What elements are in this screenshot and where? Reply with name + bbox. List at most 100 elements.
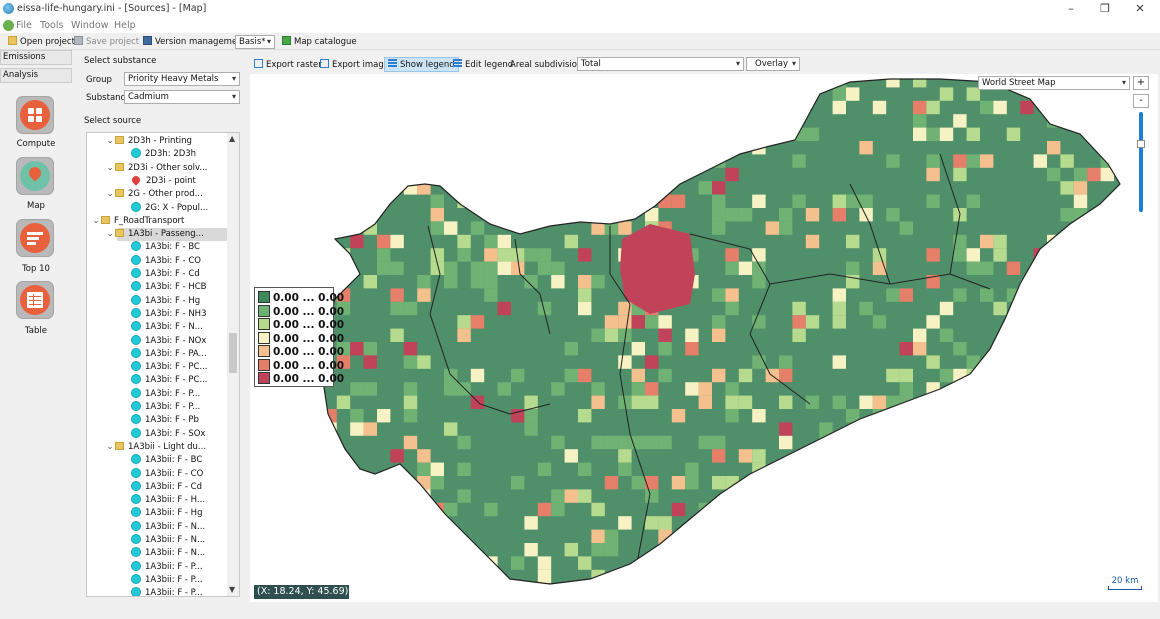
tree-scrollbar[interactable]: ▲ ▼ xyxy=(227,133,239,596)
tree-item[interactable]: 1A3bii: F - P... xyxy=(131,560,203,574)
scroll-thumb[interactable] xyxy=(229,333,237,373)
tree-item[interactable]: 1A3bi: F - P... xyxy=(131,387,200,401)
tree-item[interactable]: 1A3bi: F - Cd xyxy=(131,268,200,281)
grid-cell xyxy=(444,529,458,543)
grid-cell xyxy=(1006,529,1021,543)
map-catalogue-button[interactable]: Map catalogue xyxy=(282,35,357,49)
tree-item[interactable]: 2G: X - Popul... xyxy=(131,201,208,215)
menu-file[interactable]: File xyxy=(16,20,32,31)
maximize-button[interactable]: ❐ xyxy=(1092,1,1118,17)
grid-cell xyxy=(1006,489,1021,503)
basemap-select[interactable]: World Street Map xyxy=(978,76,1130,90)
substance-select[interactable]: Cadmium xyxy=(124,90,240,104)
chevron-down-icon[interactable]: ⌄ xyxy=(105,441,115,454)
tab-analysis[interactable]: Analysis xyxy=(0,68,72,83)
tree-item[interactable]: 1A3bi: F - NH3 xyxy=(131,307,206,321)
compute-button[interactable] xyxy=(16,96,54,134)
tree-item[interactable]: 1A3bi: F - NOx xyxy=(131,334,207,348)
menu-window[interactable]: Window xyxy=(71,20,108,31)
export-raster-button[interactable]: Export raster xyxy=(254,58,322,72)
tree-item[interactable]: 1A3bii: F - Hg xyxy=(131,507,202,520)
tree-item[interactable]: 1A3bi: F - SOx xyxy=(131,427,205,441)
areal-subdivisions-select[interactable]: Total xyxy=(577,57,744,71)
menu-tools[interactable]: Tools xyxy=(40,20,63,31)
grid-cell xyxy=(926,502,940,517)
scroll-up-icon[interactable]: ▲ xyxy=(229,134,235,143)
tree-item[interactable]: 2D3h: 2D3h xyxy=(131,148,196,161)
map-label: Map xyxy=(27,201,45,211)
grid-cell xyxy=(1047,100,1061,115)
grid-cell xyxy=(604,181,619,195)
tree-folder[interactable]: ⌄ 2D3h - Printing xyxy=(106,135,192,148)
tree-item[interactable]: 1A3bi: F - PA... xyxy=(131,347,207,361)
top10-button[interactable] xyxy=(16,219,54,257)
tree-folder[interactable]: ⌄ 1A3bii - Light du... xyxy=(106,441,206,454)
tree-item[interactable]: 1A3bi: F - Hg xyxy=(131,294,200,308)
chevron-down-icon[interactable]: ⌄ xyxy=(91,215,101,228)
overlay-select[interactable]: Overlay xyxy=(746,57,800,71)
grid-cell xyxy=(497,248,511,262)
tree-item[interactable]: 1A3bi: F - Pb xyxy=(131,414,199,427)
tree-item[interactable]: 1A3bii: F - H... xyxy=(131,494,205,507)
menu-help[interactable]: Help xyxy=(114,20,136,31)
grid-cell xyxy=(524,543,538,557)
tree-item[interactable]: 2D3i - point xyxy=(130,174,196,188)
export-image-button[interactable]: Export image xyxy=(320,58,389,72)
map-canvas[interactable] xyxy=(250,74,1158,602)
minimize-button[interactable]: – xyxy=(1058,1,1084,17)
tree-item[interactable]: 1A3bi: F - N... xyxy=(131,321,203,334)
tree-item[interactable]: 1A3bii: F - CO xyxy=(131,467,203,481)
tree-item[interactable]: 1A3bii: F - P... xyxy=(131,573,203,587)
tree-item[interactable]: 1A3bi: F - PC... xyxy=(131,361,207,374)
tree-item[interactable]: 1A3bi: F - PC... xyxy=(131,374,207,387)
tree-folder[interactable]: ⌄ F_RoadTransport xyxy=(92,215,184,228)
edit-legend-button[interactable]: Edit legend xyxy=(453,58,513,72)
tree-item[interactable]: 1A3bi: F - CO xyxy=(131,254,201,268)
table-button[interactable] xyxy=(16,281,54,319)
version-management-button[interactable]: Version management xyxy=(143,35,246,49)
tree-item[interactable]: 1A3bi: F - P... xyxy=(131,401,200,414)
emission-grid-map[interactable] xyxy=(250,74,1158,602)
tree-item[interactable]: 1A3bii: F - Cd xyxy=(131,480,202,494)
tree-item[interactable]: 1A3bii: F - P... xyxy=(131,587,203,596)
chevron-down-icon[interactable]: ⌄ xyxy=(105,135,115,148)
tree-item[interactable]: 1A3bii: F - N... xyxy=(131,547,205,560)
grid-cell xyxy=(819,489,833,503)
chevron-down-icon[interactable]: ⌄ xyxy=(105,188,115,201)
source-tree[interactable]: ⌄ 2D3h - Printing 2D3h: 2D3h ⌄ 2D3i - Other … xyxy=(86,132,240,597)
version-select[interactable]: Basis* xyxy=(235,35,275,49)
show-legend-button[interactable]: Show legend xyxy=(384,57,459,72)
zoom-in-button[interactable]: + xyxy=(1133,76,1149,90)
grid-cell xyxy=(980,288,994,302)
group-select[interactable]: Priority Heavy Metals xyxy=(124,72,240,86)
open-project-button[interactable]: Open project xyxy=(8,35,75,49)
tree-item[interactable]: 1A3bii: F - N... xyxy=(131,520,205,534)
tree-folder[interactable]: ⌄ 2D3i - Other solv... xyxy=(106,162,208,175)
tree-folder[interactable]: ⌄ 1A3bi - Passeng... xyxy=(106,228,227,242)
map-button[interactable] xyxy=(16,157,54,195)
grid-cell xyxy=(779,355,793,369)
zoom-slider[interactable] xyxy=(1139,112,1143,212)
scroll-down-icon[interactable]: ▼ xyxy=(229,585,235,594)
tree-item[interactable]: 1A3bii: F - BC xyxy=(131,454,202,467)
tree-item[interactable]: 1A3bii: F - N... xyxy=(131,534,205,547)
save-project-button[interactable]: Save project xyxy=(74,35,139,49)
grid-cell xyxy=(511,261,525,275)
chevron-down-icon[interactable]: ⌄ xyxy=(105,228,115,241)
tree-item[interactable]: 1A3bi: F - HCB xyxy=(131,281,206,294)
zoom-slider-handle[interactable] xyxy=(1137,140,1145,148)
grid-cell xyxy=(846,194,860,208)
tab-emissions[interactable]: Emissions xyxy=(0,50,72,65)
grid-cell xyxy=(390,261,404,275)
grid-cell xyxy=(725,208,739,222)
grid-cell xyxy=(484,248,498,262)
grid-cell xyxy=(403,301,418,316)
tree-item[interactable]: 1A3bi: F - BC xyxy=(131,241,200,254)
chevron-down-icon[interactable]: ⌄ xyxy=(105,162,115,175)
tree-folder[interactable]: ⌄ 2G - Other prod... xyxy=(106,188,203,201)
grid-cell xyxy=(604,194,619,208)
zoom-out-button[interactable]: - xyxy=(1133,94,1149,108)
close-button[interactable]: ✕ xyxy=(1127,1,1153,17)
grid-cell xyxy=(1047,516,1061,530)
tree-label: 1A3bi: F - NOx xyxy=(145,335,207,346)
